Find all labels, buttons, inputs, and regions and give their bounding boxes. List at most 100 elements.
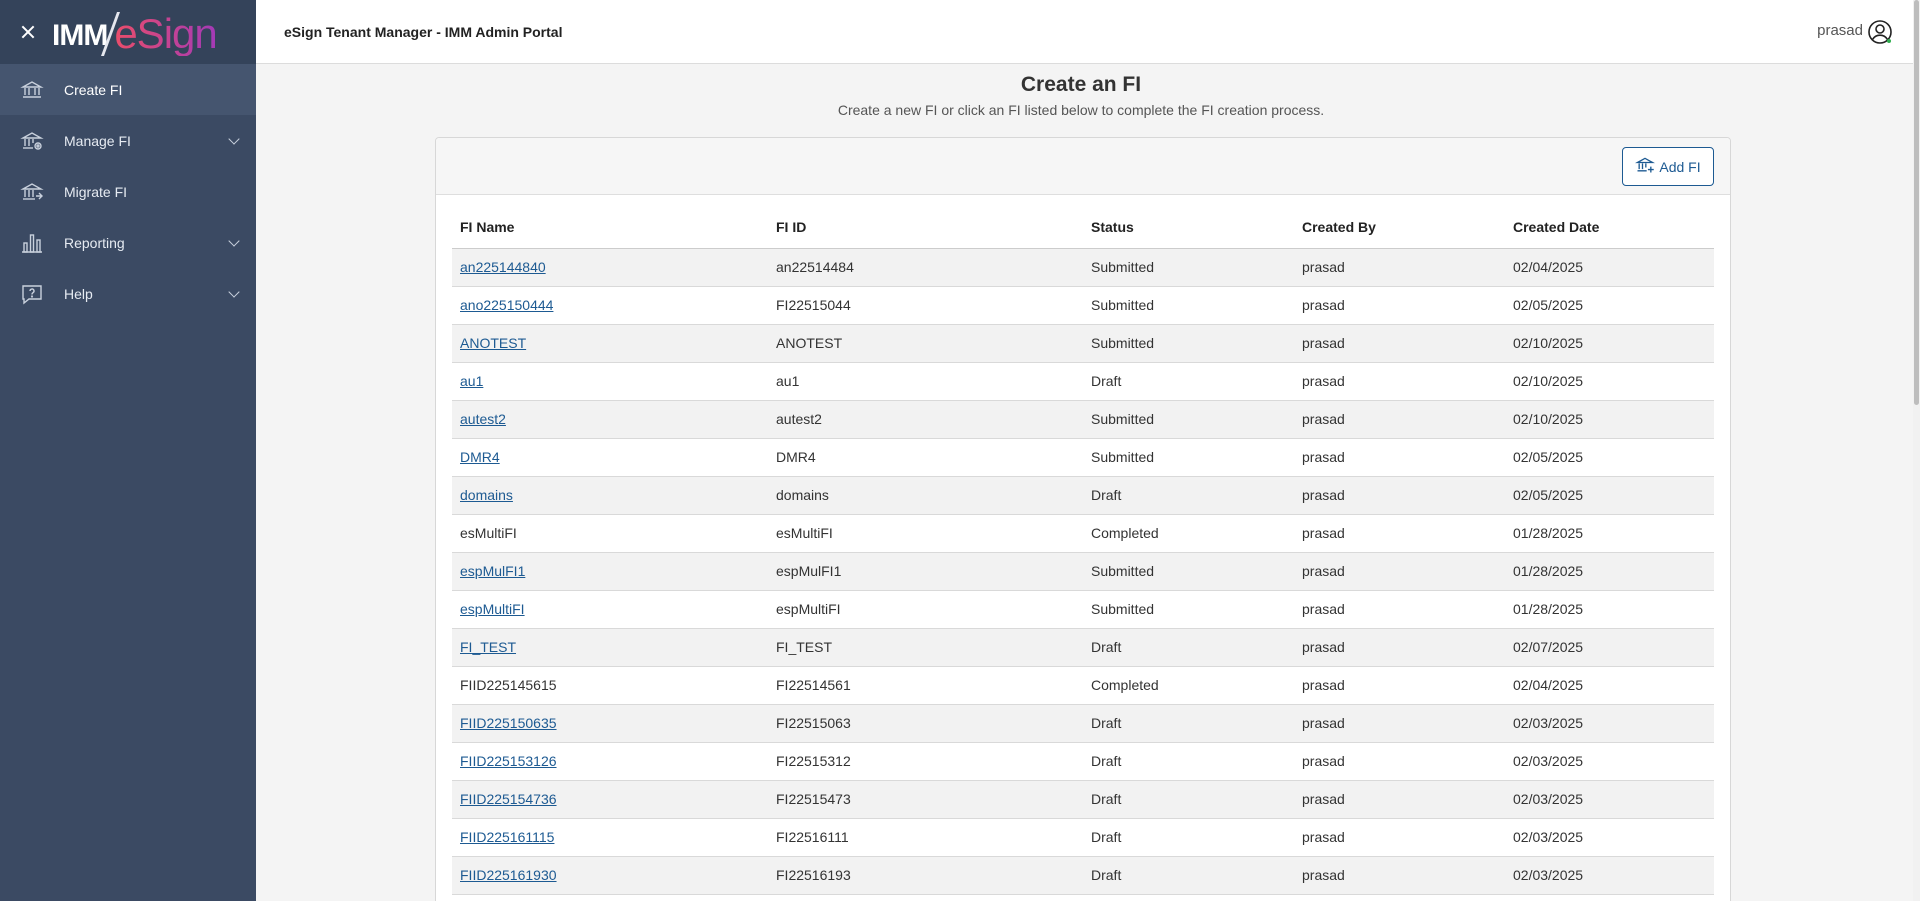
created-date-cell: 02/07/2025 bbox=[1505, 628, 1714, 667]
fi-name-link[interactable]: FIID225153126 bbox=[460, 753, 557, 769]
status-cell: Draft bbox=[1083, 742, 1294, 781]
close-icon[interactable] bbox=[18, 22, 38, 42]
user-name[interactable]: prasad bbox=[1817, 22, 1863, 39]
sidebar-item-label: Create FI bbox=[64, 81, 123, 98]
fi-name-link[interactable]: ano225150444 bbox=[460, 297, 553, 313]
fi-name-cell: espMultiFI bbox=[452, 590, 768, 629]
add-fi-button[interactable]: Add FI bbox=[1622, 147, 1714, 186]
app-title: eSign Tenant Manager - IMM Admin Portal bbox=[284, 24, 563, 40]
table-row: FIID225150635 FI22515063 Draft prasad 02/03/… bbox=[452, 704, 1714, 743]
bank-gear-icon bbox=[20, 129, 44, 153]
bar-chart-icon bbox=[20, 231, 44, 255]
fi-id-cell: au1 bbox=[768, 362, 1083, 401]
status-cell: Draft bbox=[1083, 704, 1294, 743]
column-header-fi-name[interactable]: FI Name bbox=[452, 206, 768, 249]
fi-id-cell: domains bbox=[768, 476, 1083, 515]
created-date-cell: 02/10/2025 bbox=[1505, 362, 1714, 401]
created-by-cell: prasad bbox=[1294, 514, 1505, 553]
fi-name-link[interactable]: DMR4 bbox=[460, 449, 500, 465]
column-header-fi-id[interactable]: FI ID bbox=[768, 206, 1083, 249]
fi-name-link[interactable]: espMulFI1 bbox=[460, 563, 525, 579]
table-row: esMultiFI esMultiFI Completed prasad 01/28/2… bbox=[452, 514, 1714, 553]
status-cell: Draft bbox=[1083, 856, 1294, 895]
fi-name-link[interactable]: domains bbox=[460, 487, 513, 503]
fi-id-cell: ANOTEST bbox=[768, 324, 1083, 363]
table-row: au1 au1 Draft prasad 02/10/2025 bbox=[452, 362, 1714, 401]
table-row: DMR4 DMR4 Submitted prasad 02/05/2025 bbox=[452, 438, 1714, 477]
table-row: FIID225161115 FI22516111 Draft prasad 02/03/… bbox=[452, 818, 1714, 857]
created-date-cell: 02/04/2025 bbox=[1505, 248, 1714, 287]
table-row: FIID225145615 FI22514561 Completed prasad 02… bbox=[452, 666, 1714, 705]
table-body: an225144840 an22514484 Submitted prasad 02/0… bbox=[452, 248, 1714, 895]
fi-name-link[interactable]: ANOTEST bbox=[460, 335, 526, 351]
table-row: domains domains Draft prasad 02/05/2025 bbox=[452, 476, 1714, 515]
fi-table: FI Name FI ID Status Created By Created … bbox=[452, 206, 1714, 895]
chevron-down-icon[interactable] bbox=[228, 133, 240, 145]
created-date-cell: 01/28/2025 bbox=[1505, 552, 1714, 591]
created-by-cell: prasad bbox=[1294, 362, 1505, 401]
status-cell: Submitted bbox=[1083, 324, 1294, 363]
fi-name-cell: domains bbox=[452, 476, 768, 515]
sidebar-item-migrate-fi[interactable]: Migrate FI bbox=[0, 166, 256, 217]
fi-id-cell: FI22515473 bbox=[768, 780, 1083, 819]
fi-name-cell: espMulFI1 bbox=[452, 552, 768, 591]
created-by-cell: prasad bbox=[1294, 780, 1505, 819]
created-date-cell: 02/05/2025 bbox=[1505, 286, 1714, 325]
created-date-cell: 02/03/2025 bbox=[1505, 818, 1714, 857]
sidebar: IMM eSign Create FI Manage FI Migrate FI… bbox=[0, 0, 256, 901]
created-by-cell: prasad bbox=[1294, 742, 1505, 781]
bank-arrow-icon bbox=[20, 180, 44, 204]
fi-name-cell: an225144840 bbox=[452, 248, 768, 287]
sidebar-item-manage-fi[interactable]: Manage FI bbox=[0, 115, 256, 166]
fi-name-cell: FIID225154736 bbox=[452, 780, 768, 819]
sidebar-item-help[interactable]: Help bbox=[0, 268, 256, 319]
sidebar-item-reporting[interactable]: Reporting bbox=[0, 217, 256, 268]
status-cell: Draft bbox=[1083, 628, 1294, 667]
fi-name-link[interactable]: FIID225161115 bbox=[460, 829, 554, 845]
fi-name-cell: ANOTEST bbox=[452, 324, 768, 363]
fi-name-link[interactable]: FIID225150635 bbox=[460, 715, 557, 731]
fi-name-link[interactable]: au1 bbox=[460, 373, 483, 389]
created-date-cell: 02/10/2025 bbox=[1505, 400, 1714, 439]
table-row: FI_TEST FI_TEST Draft prasad 02/07/2025 bbox=[452, 628, 1714, 667]
table-row: ANOTEST ANOTEST Submitted prasad 02/10/2025 bbox=[452, 324, 1714, 363]
user-account-icon[interactable] bbox=[1867, 19, 1893, 45]
fi-name-link[interactable]: FI_TEST bbox=[460, 639, 516, 655]
chevron-down-icon[interactable] bbox=[228, 235, 240, 247]
fi-name-cell: FIID225153126 bbox=[452, 742, 768, 781]
created-date-cell: 02/04/2025 bbox=[1505, 666, 1714, 705]
fi-name-link[interactable]: autest2 bbox=[460, 411, 506, 427]
column-header-created-by[interactable]: Created By bbox=[1294, 206, 1505, 249]
column-header-created-date[interactable]: Created Date bbox=[1505, 206, 1714, 249]
fi-id-cell: FI22516193 bbox=[768, 856, 1083, 895]
chevron-down-icon[interactable] bbox=[228, 286, 240, 298]
fi-name-link[interactable]: espMultiFI bbox=[460, 601, 525, 617]
fi-name-cell: FIID225145615 bbox=[452, 666, 768, 705]
logo-imm: IMM bbox=[52, 19, 108, 52]
created-by-cell: prasad bbox=[1294, 666, 1505, 705]
bank-icon bbox=[20, 78, 44, 102]
created-by-cell: prasad bbox=[1294, 704, 1505, 743]
column-header-status[interactable]: Status bbox=[1083, 206, 1294, 249]
created-date-cell: 01/28/2025 bbox=[1505, 514, 1714, 553]
fi-name-cell: FIID225150635 bbox=[452, 704, 768, 743]
sidebar-item-create-fi[interactable]: Create FI bbox=[0, 64, 256, 115]
fi-id-cell: DMR4 bbox=[768, 438, 1083, 477]
fi-name-link[interactable]: FIID225161930 bbox=[460, 867, 557, 883]
fi-name-link[interactable]: an225144840 bbox=[460, 259, 546, 275]
fi-id-cell: espMultiFI bbox=[768, 590, 1083, 629]
fi-name-cell: esMultiFI bbox=[452, 514, 768, 553]
page-scrollbar[interactable] bbox=[1913, 0, 1920, 901]
table-header-row: FI Name FI ID Status Created By Created … bbox=[452, 206, 1714, 249]
fi-name-text: FIID225145615 bbox=[460, 677, 557, 693]
created-by-cell: prasad bbox=[1294, 590, 1505, 629]
fi-name-link[interactable]: FIID225154736 bbox=[460, 791, 557, 807]
table-row: ano225150444 FI22515044 Submitted prasad 02/… bbox=[452, 286, 1714, 325]
created-by-cell: prasad bbox=[1294, 286, 1505, 325]
created-date-cell: 01/28/2025 bbox=[1505, 590, 1714, 629]
created-date-cell: 02/03/2025 bbox=[1505, 742, 1714, 781]
fi-id-cell: FI_TEST bbox=[768, 628, 1083, 667]
scrollbar-thumb[interactable] bbox=[1914, 0, 1919, 405]
status-cell: Submitted bbox=[1083, 286, 1294, 325]
table-row: FIID225153126 FI22515312 Draft prasad 02/03/… bbox=[452, 742, 1714, 781]
